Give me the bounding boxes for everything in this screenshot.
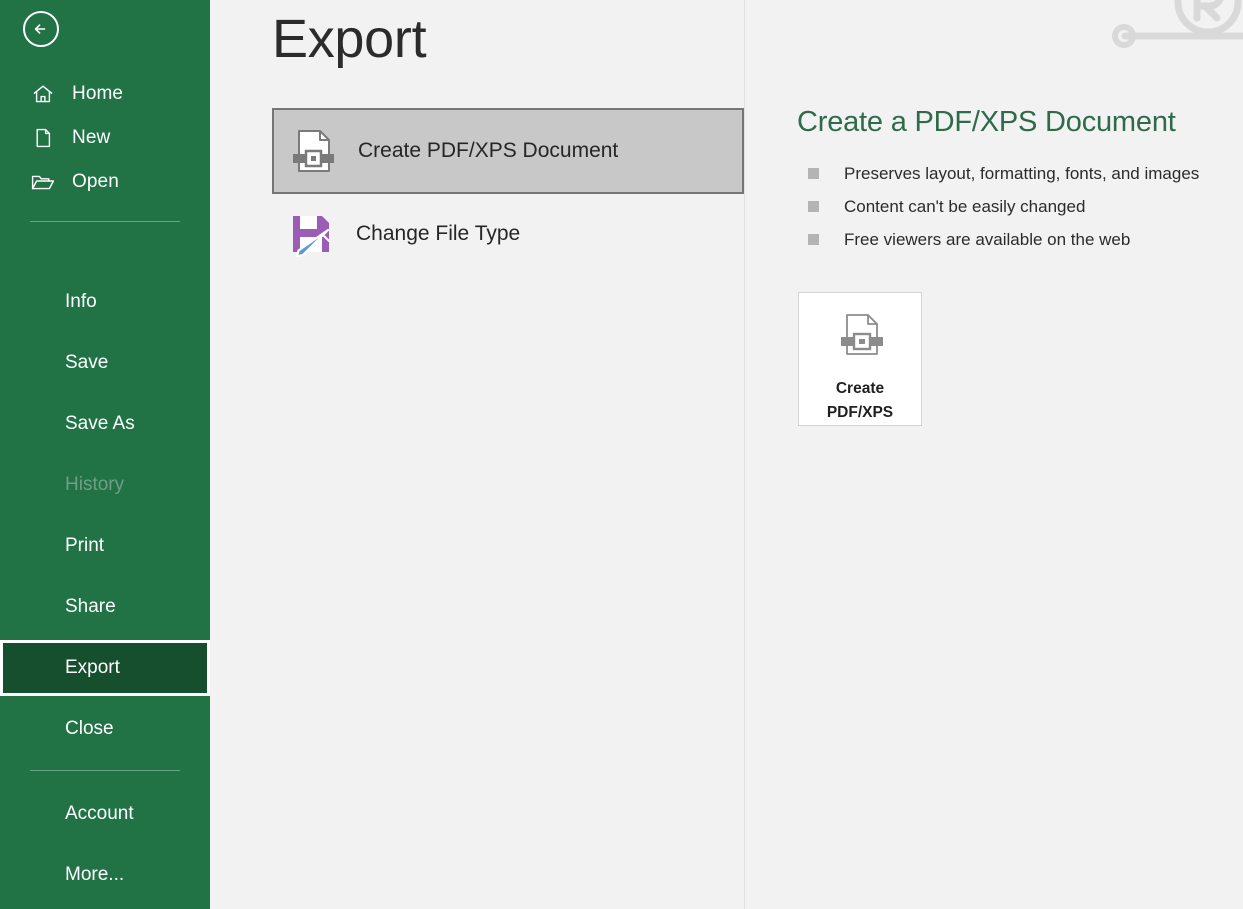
page-title: Export <box>272 9 427 69</box>
pdf-document-icon <box>286 124 340 178</box>
sidebar-item-history: History <box>0 463 210 507</box>
export-detail-pane: Create a PDF/XPS Document Preserves layo… <box>797 106 1237 256</box>
sidebar-item-close[interactable]: Close <box>0 707 210 751</box>
sidebar-separator-top <box>30 221 180 222</box>
sidebar-separator-bottom <box>30 770 180 771</box>
sidebar-item-label: More... <box>65 864 125 885</box>
bullet-square-icon <box>808 234 819 245</box>
option-label: Change File Type <box>356 222 521 245</box>
sidebar-item-label: Info <box>65 291 97 312</box>
backstage-content: Export Create PDF/XPS Document Change Fi… <box>210 0 1243 909</box>
sidebar-item-print[interactable]: Print <box>0 524 210 568</box>
sidebar-item-label: Home <box>72 83 124 104</box>
save-pencil-icon <box>284 207 338 261</box>
pdf-document-icon <box>834 310 886 367</box>
back-arrow-icon <box>31 19 51 39</box>
detail-bullet-list: Preserves layout, formatting, fonts, and… <box>797 157 1237 256</box>
detail-title: Create a PDF/XPS Document <box>797 106 1176 138</box>
backstage-view: Home New Open Info Save Save As History … <box>0 0 1243 909</box>
sidebar-item-label: New <box>72 127 111 148</box>
sidebar-item-home[interactable]: Home <box>0 72 210 116</box>
option-change-file-type[interactable]: Change File Type <box>272 194 744 274</box>
option-label: Create PDF/XPS Document <box>358 139 619 162</box>
list-item: Content can't be easily changed <box>797 190 1237 223</box>
sidebar-item-label: Save As <box>65 413 135 434</box>
sidebar-item-save-as[interactable]: Save As <box>0 402 210 446</box>
bullet-text: Free viewers are available on the web <box>844 229 1131 249</box>
list-item: Free viewers are available on the web <box>797 223 1237 256</box>
sidebar-item-label: Print <box>65 535 105 556</box>
back-button[interactable] <box>23 11 59 47</box>
open-folder-icon <box>30 169 56 195</box>
cta-line-2: PDF/XPS <box>826 404 894 422</box>
sidebar-item-more[interactable]: More... <box>0 853 210 897</box>
sidebar-item-label: Account <box>65 803 134 824</box>
sidebar-item-share[interactable]: Share <box>0 585 210 629</box>
sidebar-item-save[interactable]: Save <box>0 341 210 385</box>
cta-line-1: Create <box>835 380 885 397</box>
export-options-list: Create PDF/XPS Document Change File Type <box>272 108 744 274</box>
sidebar-item-open[interactable]: Open <box>0 160 210 204</box>
bullet-text: Content can't be easily changed <box>844 196 1086 216</box>
option-create-pdf-xps-document[interactable]: Create PDF/XPS Document <box>272 108 744 194</box>
sidebar-item-label: Close <box>65 718 114 739</box>
bullet-square-icon <box>808 168 819 179</box>
bullet-text: Preserves layout, formatting, fonts, and… <box>844 163 1200 183</box>
sidebar-item-label: Export <box>65 657 120 678</box>
sidebar-item-label: Open <box>72 171 119 192</box>
sidebar-item-label: Share <box>65 596 116 617</box>
backstage-sidebar: Home New Open Info Save Save As History … <box>0 0 210 909</box>
create-pdf-xps-button[interactable]: Create PDF/XPS <box>798 292 922 426</box>
home-icon <box>30 81 56 107</box>
new-document-icon <box>30 125 56 151</box>
list-item: Preserves layout, formatting, fonts, and… <box>797 157 1237 190</box>
sidebar-item-account[interactable]: Account <box>0 792 210 836</box>
sidebar-item-export[interactable]: Export <box>0 640 210 696</box>
sidebar-top-group: Home New Open <box>0 72 210 238</box>
sidebar-item-info[interactable]: Info <box>0 280 210 324</box>
content-vertical-divider <box>744 0 745 909</box>
bullet-square-icon <box>808 201 819 212</box>
circled-glyph-watermark <box>1093 0 1243 80</box>
create-pdf-xps-button-label: Create PDF/XPS <box>827 377 893 425</box>
sidebar-item-new[interactable]: New <box>0 116 210 160</box>
sidebar-item-label: Save <box>65 352 109 373</box>
sidebar-item-label: History <box>65 474 125 495</box>
